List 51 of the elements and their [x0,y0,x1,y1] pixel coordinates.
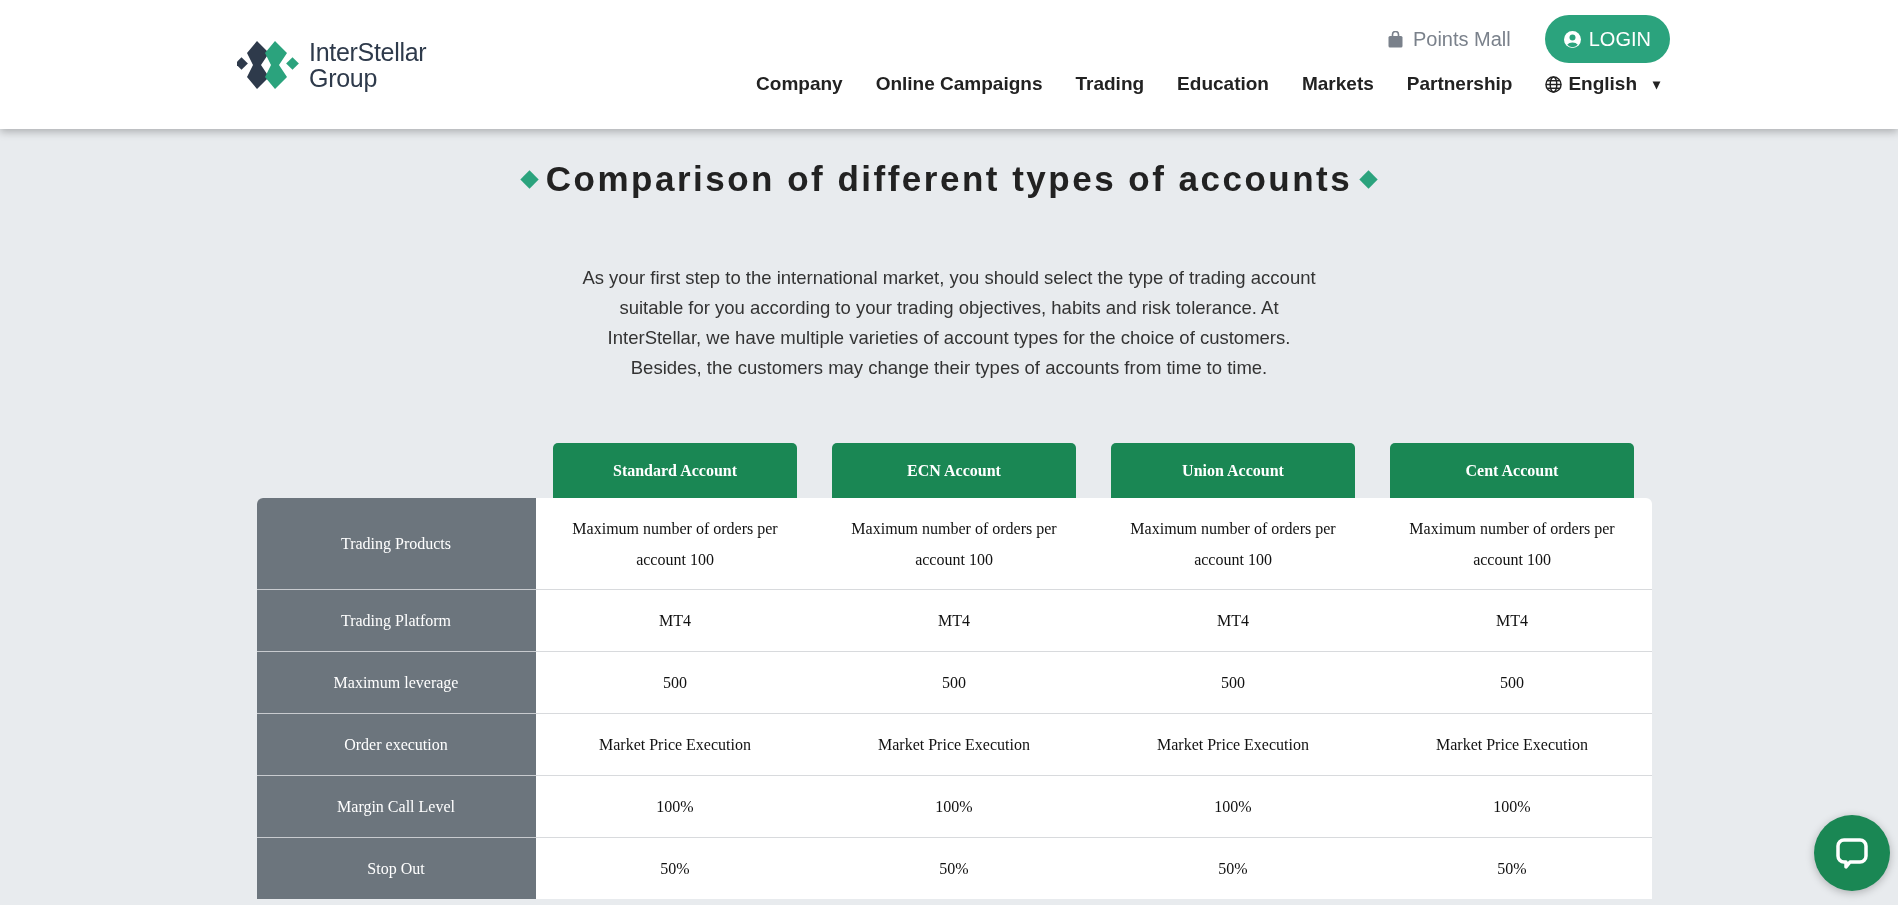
account-type-header: Union Account [1111,443,1355,498]
logo-name: InterStellar [309,38,427,65]
nav-link[interactable]: Partnership [1406,73,1513,95]
logo-icon [237,38,299,91]
account-type-header: Cent Account [1390,443,1634,498]
table-cell-text: Maximum number of orders per account 100 [1408,518,1616,570]
table-cell-text: 500 [942,673,966,693]
table-cell-text: Maximum number of orders per account 100 [571,518,779,570]
speech-bubble-icon [1835,836,1869,870]
table-cell-text: 50% [1497,859,1527,879]
row-label: Trading Platform [256,589,536,651]
table-cell-text: 100% [1493,797,1531,817]
page-title: Comparison of different types of accounts [545,159,1353,199]
table-cell-text: 500 [1500,673,1524,693]
table-cell-text: 100% [935,797,973,817]
language-selector[interactable]: English ▾ [1545,73,1660,95]
points-mall-link[interactable]: Points Mall [1387,27,1511,51]
row-label: Order execution [256,713,536,775]
globe-icon [1545,75,1563,93]
row-label: Stop Out [256,837,536,899]
row-label: Margin Call Level [256,775,536,837]
table-cell-text: 50% [660,859,690,879]
table-cell-text: 50% [939,859,969,879]
table-cell-text: 50% [1218,859,1248,879]
table-cell-text: MT4 [1496,611,1528,631]
nav-link[interactable]: Markets [1301,73,1374,95]
account-type-header: Standard Account [553,443,797,498]
nav-link[interactable]: Education [1177,73,1269,95]
table-cell-text: Maximum number of orders per account 100 [1129,518,1337,570]
nav-link[interactable]: Online Campaigns [875,73,1043,95]
user-icon [1563,30,1581,48]
nav-link[interactable]: Trading [1075,73,1145,95]
table-cell-text: 500 [1221,673,1245,693]
table-cell-text: Maximum number of orders per account 100 [850,518,1058,570]
table-cell-text: 500 [663,673,687,693]
table-cell-text: MT4 [1217,611,1249,631]
nav-link[interactable]: Company [756,73,843,95]
logo-subname: Group [309,64,378,91]
table-cell-text: Market Price Execution [1436,735,1588,755]
table-cell-text: MT4 [659,611,691,631]
row-label: Maximum leverage [256,651,536,713]
chat-button[interactable] [1814,815,1890,891]
table-cell-text: 100% [656,797,694,817]
intro-paragraph: As your first step to the international market, you should select the type of trading account suitable for you according to your trading objectives, habits and risk tolerance. At InterStellar, we have multiple varieties of account types for the choice of customers. Besides, the customers may change their types of accounts from time to time. [581,266,1317,380]
account-type-header: ECN Account [832,443,1076,498]
table-cell-text: 100% [1214,797,1252,817]
table-cell-text: MT4 [938,611,970,631]
row-label: Trading Products [256,498,536,589]
table-cell-text: Market Price Execution [599,735,751,755]
table-cell-text: Market Price Execution [1157,735,1309,755]
table-cell-text: Market Price Execution [878,735,1030,755]
